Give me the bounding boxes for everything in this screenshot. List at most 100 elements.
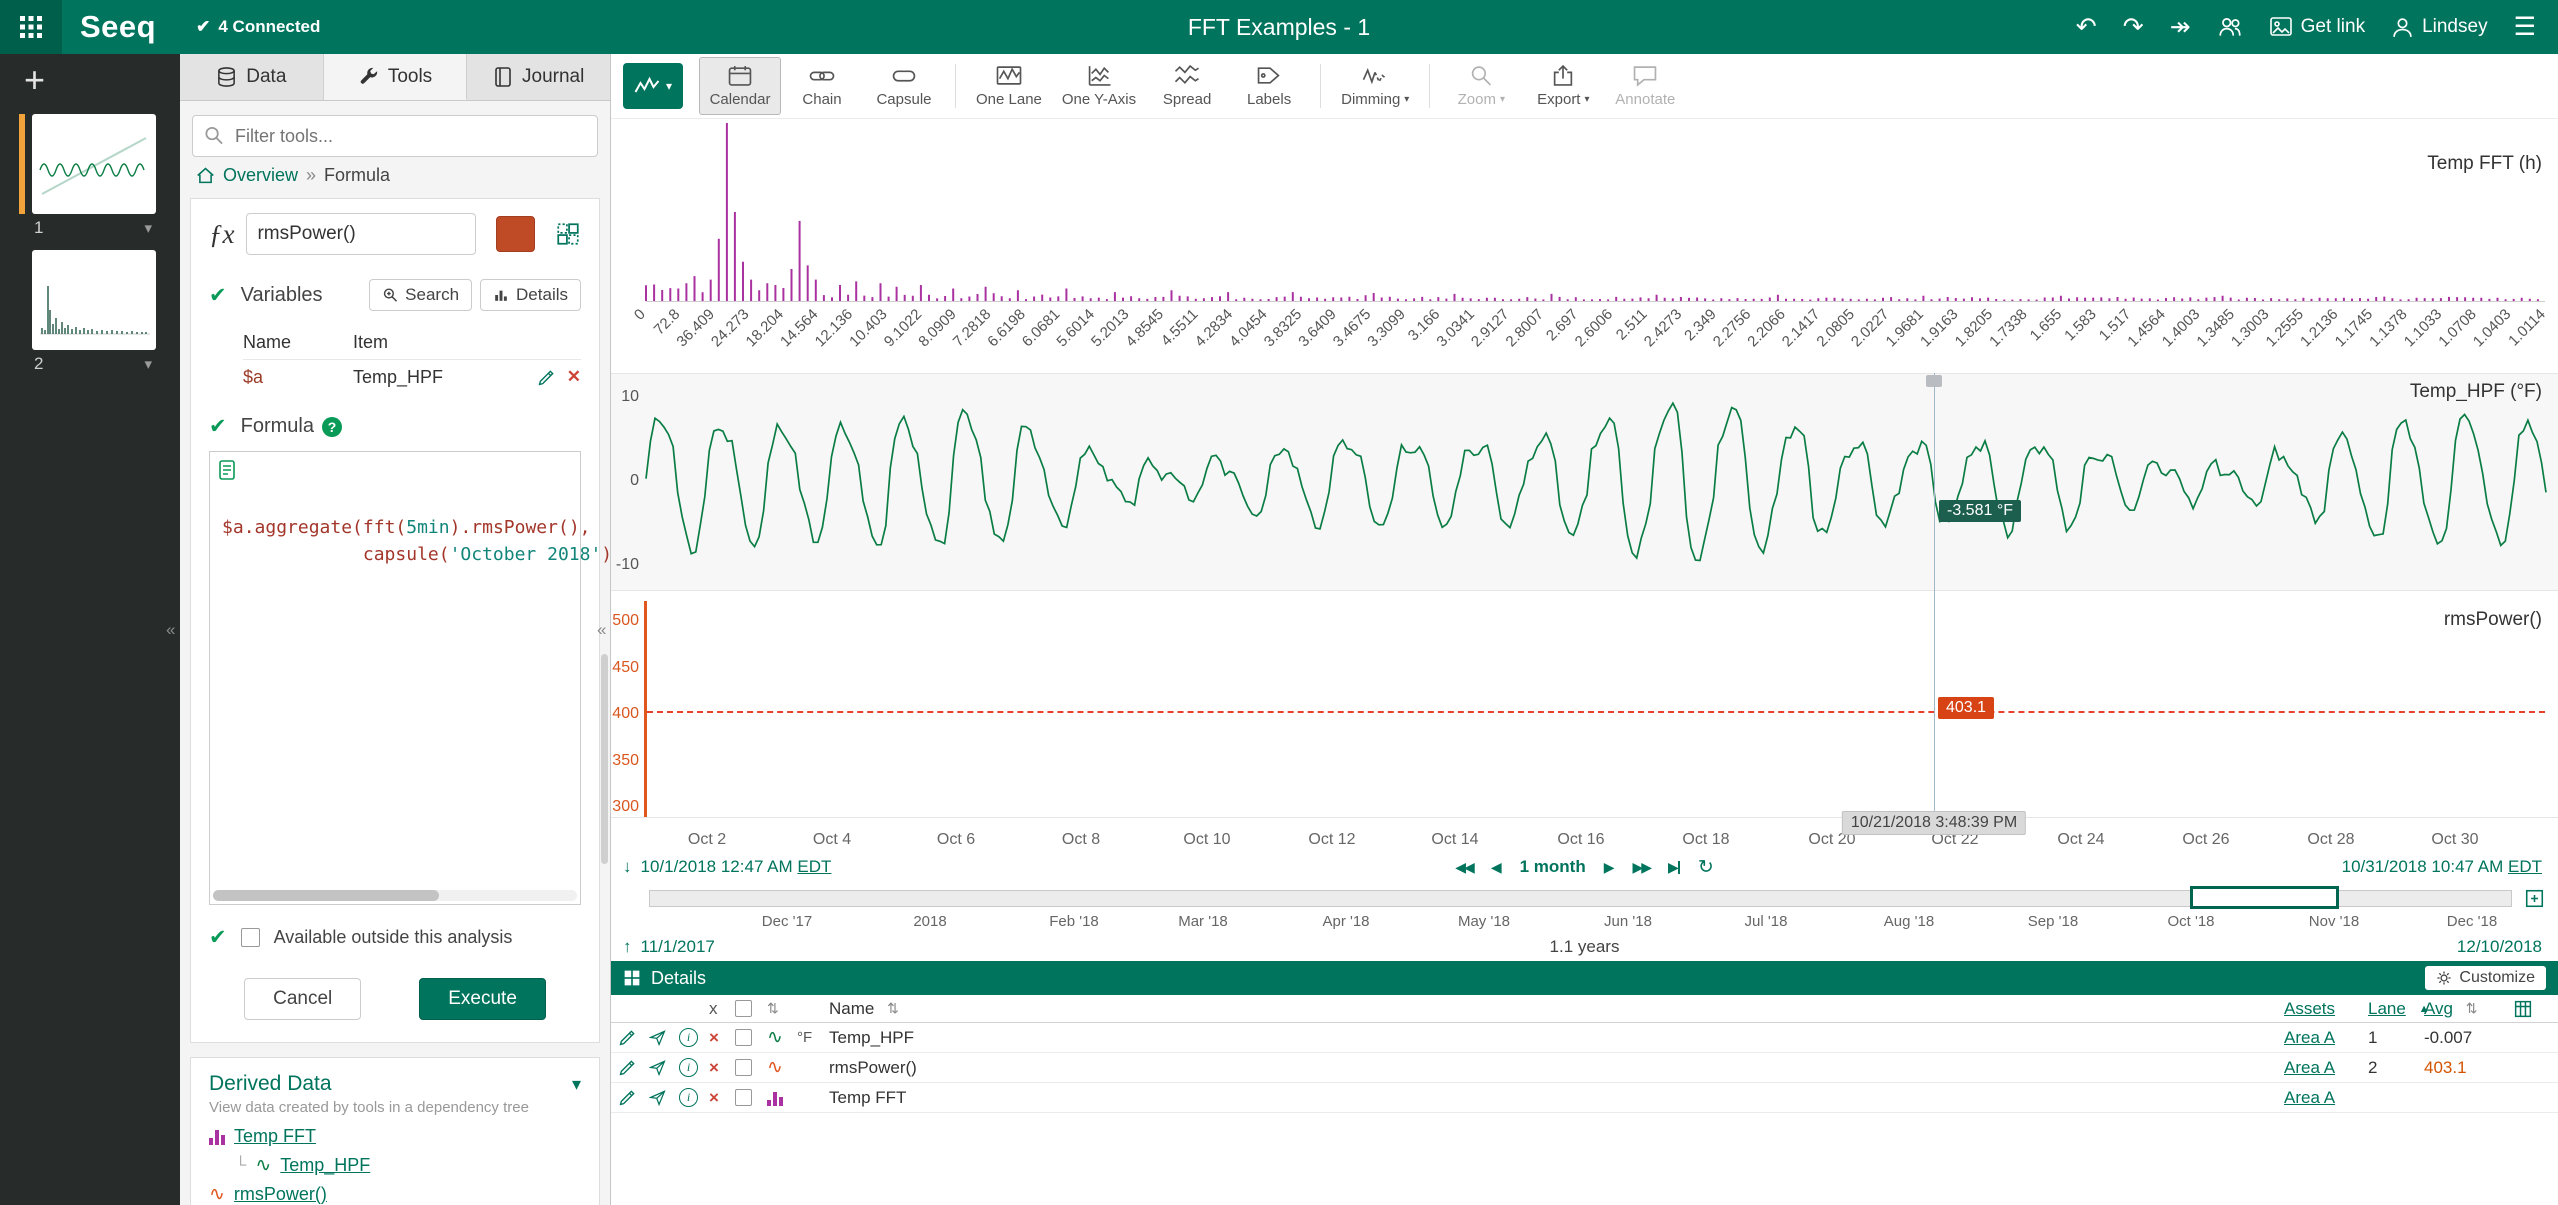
- breadcrumb-overview-link[interactable]: Overview: [223, 165, 298, 186]
- sort-avg-icon[interactable]: ⇅: [2466, 1000, 2478, 1017]
- info-icon[interactable]: i: [679, 1058, 698, 1077]
- rms-lane-label[interactable]: rmsPower(): [2444, 609, 2542, 631]
- hamburger-icon[interactable]: ☰: [2514, 14, 2536, 40]
- panel-scrollbar[interactable]: [601, 654, 608, 864]
- formula-editor[interactable]: $a.aggregate(fft(5min).rmsPower(), capsu…: [209, 451, 610, 905]
- editor-h-scrollbar[interactable]: [213, 890, 577, 901]
- info-icon[interactable]: i: [679, 1088, 698, 1107]
- execute-button[interactable]: Execute: [419, 978, 546, 1020]
- toolbar-one-lane-button[interactable]: One Lane: [966, 57, 1052, 115]
- toolbar-capsule-button[interactable]: Capsule: [863, 57, 945, 115]
- toolbar-calendar-button[interactable]: Calendar: [699, 57, 781, 115]
- step-forward-fast-icon[interactable]: ▶▶: [1632, 859, 1651, 876]
- filter-tools-input[interactable]: [192, 115, 598, 157]
- step-back-fast-icon[interactable]: ◀◀: [1455, 859, 1474, 876]
- temp-signal-chart[interactable]: [611, 373, 2558, 589]
- range-end[interactable]: 10/31/2018 10:47 AM EDT: [2342, 857, 2542, 877]
- sort-name-icon[interactable]: ⇅: [887, 1000, 899, 1017]
- derived-item-link[interactable]: rmsPower(): [234, 1184, 327, 1205]
- cancel-button[interactable]: Cancel: [244, 978, 362, 1020]
- formula-doc-icon[interactable]: [217, 459, 237, 481]
- customize-button[interactable]: Customize: [2425, 966, 2546, 990]
- step-to-end-icon[interactable]: ▶: [1668, 859, 1680, 876]
- navigate-icon[interactable]: [649, 1029, 666, 1046]
- fft-chart[interactable]: 0 72.836.40924.27318.20414.56412.13610.40…: [611, 119, 2558, 371]
- edit-item-icon[interactable]: [619, 1029, 636, 1046]
- formula-code[interactable]: $a.aggregate(fft(5min).rmsPower(), capsu…: [222, 514, 610, 568]
- edit-item-icon[interactable]: [619, 1059, 636, 1076]
- collapse-rail-handle[interactable]: «: [166, 620, 175, 640]
- derived-collapse-icon[interactable]: ▾: [572, 1074, 581, 1095]
- remove-variable-icon[interactable]: ✕: [567, 367, 581, 387]
- timeline-selection[interactable]: [2190, 886, 2339, 909]
- toolbar-spread-button[interactable]: Spread: [1146, 57, 1228, 115]
- remove-item-icon[interactable]: ×: [709, 1028, 735, 1048]
- undo-icon[interactable]: ↶: [2076, 14, 2097, 40]
- range-duration[interactable]: 1 month: [1520, 857, 1586, 877]
- derived-item-link[interactable]: Temp_HPF: [280, 1155, 370, 1176]
- help-icon[interactable]: ?: [321, 416, 342, 437]
- navigate-icon[interactable]: [649, 1089, 666, 1106]
- collapse-panel-handle[interactable]: «: [597, 620, 606, 640]
- tab-tools[interactable]: Tools: [323, 54, 468, 100]
- sort-type-icon[interactable]: ⇅: [767, 1000, 797, 1017]
- redo-icon[interactable]: ↷: [2123, 14, 2144, 40]
- row-checkbox[interactable]: [735, 1059, 752, 1076]
- user-menu[interactable]: Lindsey: [2391, 16, 2488, 39]
- remove-all-header[interactable]: x: [709, 999, 735, 1019]
- formula-name-input[interactable]: [246, 213, 477, 255]
- users-icon[interactable]: [2217, 15, 2243, 39]
- column-picker-icon[interactable]: [2514, 1000, 2558, 1018]
- tab-data[interactable]: Data: [180, 54, 324, 100]
- range-start[interactable]: ↓ 10/1/2018 12:47 AM EDT: [623, 857, 831, 877]
- step-back-icon[interactable]: ◀: [1491, 859, 1502, 876]
- navigate-icon[interactable]: [649, 1059, 666, 1076]
- fft-lane-label[interactable]: Temp FFT (h): [2427, 153, 2542, 175]
- worksheet-1-thumbnail[interactable]: [32, 114, 156, 214]
- variable-search-button[interactable]: Search: [369, 279, 473, 311]
- select-all-checkbox[interactable]: [735, 1000, 752, 1017]
- color-swatch-button[interactable]: [496, 216, 535, 252]
- info-icon[interactable]: i: [679, 1028, 698, 1047]
- asset-link[interactable]: Area A: [2284, 1028, 2368, 1048]
- temp-lane-label[interactable]: Temp_HPF (°F): [2410, 381, 2542, 403]
- asset-link[interactable]: Area A: [2284, 1088, 2368, 1108]
- remove-item-icon[interactable]: ×: [709, 1058, 735, 1078]
- name-column-header[interactable]: Name: [829, 999, 874, 1019]
- worksheet-1-chevron-icon[interactable]: ▾: [144, 219, 152, 237]
- row-checkbox[interactable]: [735, 1029, 752, 1046]
- get-link-button[interactable]: Get link: [2269, 16, 2365, 38]
- available-checkbox[interactable]: [240, 928, 260, 947]
- lane-column-header[interactable]: Lane: [2368, 999, 2406, 1019]
- toolbar-labels-button[interactable]: Labels: [1228, 57, 1310, 115]
- cursor-line[interactable]: [1934, 373, 1935, 831]
- tab-journal[interactable]: Journal: [467, 54, 610, 100]
- rms-lane[interactable]: [611, 601, 2558, 818]
- new-worksheet-button[interactable]: +: [24, 62, 45, 98]
- step-forward-icon[interactable]: ▶: [1604, 859, 1615, 876]
- trend-chart[interactable]: 0 72.8 36.409 24.273 18.204 14.564 12.136 10.40…: [611, 119, 2558, 849]
- home-icon[interactable]: [196, 166, 215, 185]
- toolbar-one-y-axis-button[interactable]: One Y-Axis: [1052, 57, 1146, 115]
- variable-details-button[interactable]: Details: [480, 279, 581, 311]
- toolbar-export-button[interactable]: Export ▾: [1522, 57, 1604, 115]
- row-checkbox[interactable]: [735, 1089, 752, 1106]
- cursor-handle[interactable]: [1926, 375, 1942, 387]
- assets-column-header[interactable]: Assets: [2284, 999, 2368, 1019]
- fast-forward-icon[interactable]: ↠: [2170, 14, 2191, 40]
- timeline-maximize-icon[interactable]: [2525, 889, 2544, 908]
- remove-item-icon[interactable]: ×: [709, 1088, 735, 1108]
- app-grid-icon[interactable]: [0, 0, 62, 54]
- table-view-icon[interactable]: [555, 221, 581, 247]
- view-mode-dropdown-button[interactable]: ▾: [623, 63, 683, 109]
- asset-link[interactable]: Area A: [2284, 1058, 2368, 1078]
- refresh-icon[interactable]: ↻: [1698, 856, 1714, 879]
- avg-column-header[interactable]: Avg: [2424, 999, 2453, 1019]
- worksheet-2-chevron-icon[interactable]: ▾: [144, 355, 152, 373]
- toolbar-chain-button[interactable]: Chain: [781, 57, 863, 115]
- derived-item-link[interactable]: Temp FFT: [234, 1126, 316, 1147]
- edit-item-icon[interactable]: [619, 1089, 636, 1106]
- edit-variable-icon[interactable]: [538, 369, 555, 386]
- worksheet-2-thumbnail[interactable]: [32, 250, 156, 350]
- toolbar-dimming-button[interactable]: Dimming ▾: [1331, 57, 1419, 115]
